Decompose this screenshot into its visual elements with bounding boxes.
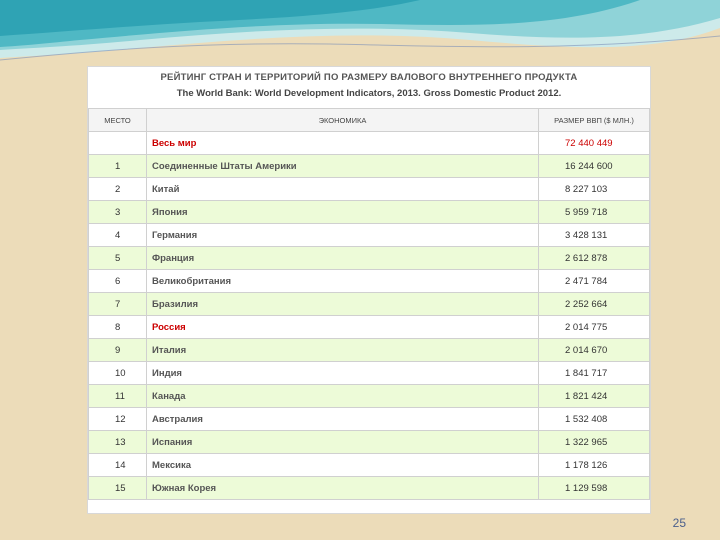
row-value: 2 014 670 — [538, 338, 650, 362]
row-rank: 14 — [88, 453, 147, 477]
table-row-world: Весь мир 72 440 449 — [88, 131, 650, 155]
row-name: Германия — [146, 223, 539, 247]
table-row: 15 Южная Корея 1 129 598 — [88, 476, 650, 500]
row-name: Мексика — [146, 453, 539, 477]
row-value: 1 841 717 — [538, 361, 650, 385]
row-rank: 11 — [88, 384, 147, 408]
table-row: 5 Франция 2 612 878 — [88, 246, 650, 270]
row-name: Япония — [146, 200, 539, 224]
table-row: 9 Италия 2 014 670 — [88, 338, 650, 362]
row-value: 2 014 775 — [538, 315, 650, 339]
row-rank: 2 — [88, 177, 147, 201]
row-value: 2 612 878 — [538, 246, 650, 270]
row-name: Италия — [146, 338, 539, 362]
row-rank: 3 — [88, 200, 147, 224]
page-number: 25 — [672, 516, 686, 530]
row-rank: 13 — [88, 430, 147, 454]
row-value: 2 471 784 — [538, 269, 650, 293]
row-rank: 1 — [88, 154, 147, 178]
table-row: 2 Китай 8 227 103 — [88, 177, 650, 201]
row-rank: 15 — [88, 476, 147, 500]
row-value: 8 227 103 — [538, 177, 650, 201]
row-name: Соединенные Штаты Америки — [146, 154, 539, 178]
row-name: Франция — [146, 246, 539, 270]
row-value: 1 178 126 — [538, 453, 650, 477]
row-rank: 12 — [88, 407, 147, 431]
table-row: 4 Германия 3 428 131 — [88, 223, 650, 247]
table-row: 3 Япония 5 959 718 — [88, 200, 650, 224]
row-value: 1 532 408 — [538, 407, 650, 431]
table-subtitle: The World Bank: World Development Indica… — [176, 88, 562, 99]
row-value: 1 322 965 — [538, 430, 650, 454]
table-row: 12 Австралия 1 532 408 — [88, 407, 650, 431]
table-row: 1 Соединенные Штаты Америки 16 244 600 — [88, 154, 650, 178]
row-rank: 7 — [88, 292, 147, 316]
table-title: РЕЙТИНГ СТРАН И ТЕРРИТОРИЙ ПО РАЗМЕРУ ВА… — [160, 72, 578, 83]
row-value: 3 428 131 — [538, 223, 650, 247]
row-name: Испания — [146, 430, 539, 454]
row-rank: 9 — [88, 338, 147, 362]
row-rank — [88, 131, 147, 155]
row-rank: 8 — [88, 315, 147, 339]
row-name: Канада — [146, 384, 539, 408]
header-rank: МЕСТО — [88, 108, 147, 132]
row-value: 1 129 598 — [538, 476, 650, 500]
table-row: 13 Испания 1 322 965 — [88, 430, 650, 454]
row-name: Австралия — [146, 407, 539, 431]
row-rank: 6 — [88, 269, 147, 293]
row-rank: 4 — [88, 223, 147, 247]
gdp-ranking-panel: РЕЙТИНГ СТРАН И ТЕРРИТОРИЙ ПО РАЗМЕРУ ВА… — [87, 66, 651, 514]
row-value: 1 821 424 — [538, 384, 650, 408]
row-value: 2 252 664 — [538, 292, 650, 316]
header-economy: ЭКОНОМИКА — [146, 108, 539, 132]
row-value: 5 959 718 — [538, 200, 650, 224]
title-block: РЕЙТИНГ СТРАН И ТЕРРИТОРИЙ ПО РАЗМЕРУ ВА… — [88, 67, 650, 108]
table-row: 10 Индия 1 841 717 — [88, 361, 650, 385]
table-row: 6 Великобритания 2 471 784 — [88, 269, 650, 293]
row-rank: 5 — [88, 246, 147, 270]
row-value: 16 244 600 — [538, 154, 650, 178]
header-gdp: РАЗМЕР ВВП ($ МЛН.) — [538, 108, 650, 132]
row-name: Китай — [146, 177, 539, 201]
row-rank: 10 — [88, 361, 147, 385]
gdp-table: МЕСТО ЭКОНОМИКА РАЗМЕР ВВП ($ МЛН.) Весь… — [88, 108, 650, 500]
row-name: Россия — [146, 315, 539, 339]
row-name: Южная Корея — [146, 476, 539, 500]
table-row: 8 Россия 2 014 775 — [88, 315, 650, 339]
row-value: 72 440 449 — [538, 131, 650, 155]
row-name: Весь мир — [146, 131, 539, 155]
table-row: 14 Мексика 1 178 126 — [88, 453, 650, 477]
row-name: Индия — [146, 361, 539, 385]
table-row: 7 Бразилия 2 252 664 — [88, 292, 650, 316]
row-name: Бразилия — [146, 292, 539, 316]
table-row: 11 Канада 1 821 424 — [88, 384, 650, 408]
row-name: Великобритания — [146, 269, 539, 293]
table-header-row: МЕСТО ЭКОНОМИКА РАЗМЕР ВВП ($ МЛН.) — [88, 108, 650, 132]
